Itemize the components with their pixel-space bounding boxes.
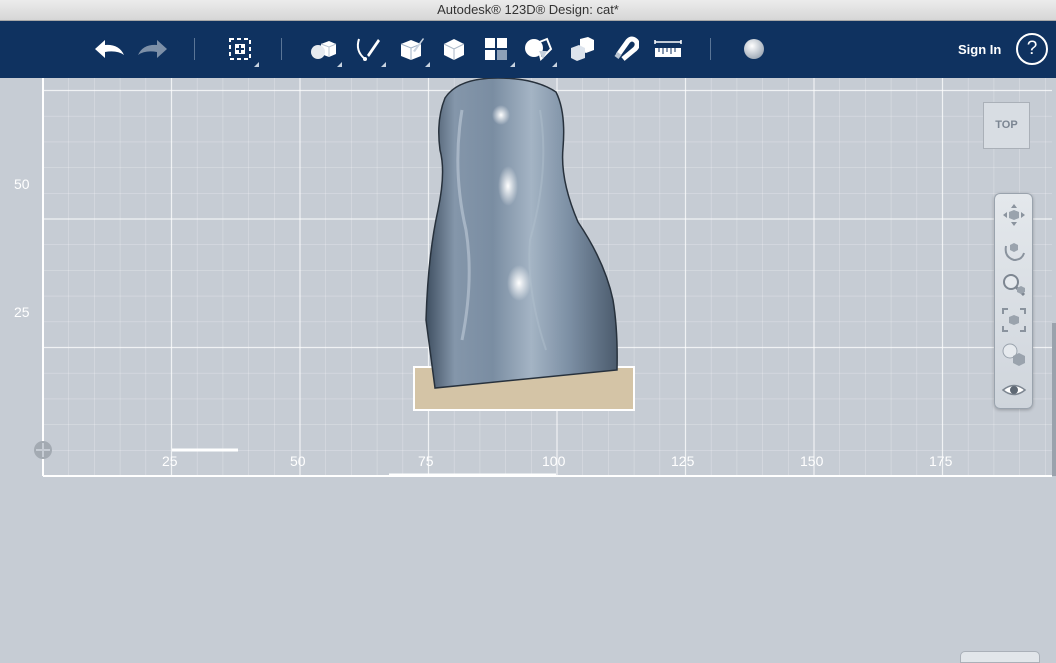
toolbar-separator <box>710 38 711 60</box>
dropdown-indicator <box>510 62 515 67</box>
x-axis-label: 50 <box>290 453 306 469</box>
combine-icon <box>525 37 553 61</box>
construct-icon <box>400 38 424 60</box>
modify-button[interactable] <box>434 29 474 69</box>
vertical-scrollbar[interactable] <box>1052 323 1056 476</box>
transform-icon <box>229 38 251 60</box>
bottom-panel-tab[interactable] <box>960 651 1040 663</box>
modify-icon <box>443 39 465 60</box>
sketch-icon <box>356 38 380 61</box>
material-sphere-icon <box>744 39 764 59</box>
orbit-button[interactable] <box>999 235 1029 265</box>
fit-button[interactable] <box>999 305 1029 335</box>
x-axis-label: 75 <box>418 453 434 469</box>
visibility-button[interactable] <box>999 375 1029 405</box>
x-axis-label: 125 <box>671 453 695 469</box>
primitives-icon <box>311 41 337 59</box>
undo-icon <box>95 40 124 58</box>
orbit-icon <box>1004 243 1025 262</box>
main-toolbar: Sign In ? <box>0 21 1056 78</box>
x-axis-label: 25 <box>162 453 178 469</box>
zoom-icon <box>1003 274 1026 297</box>
grouping-icon <box>571 37 594 61</box>
material-button[interactable] <box>734 29 774 69</box>
redo-button[interactable] <box>133 29 173 69</box>
toolbar-separator <box>281 38 282 60</box>
fit-icon <box>1002 308 1026 332</box>
toolbar-separator <box>194 38 195 60</box>
origin-marker <box>34 441 52 459</box>
viewport-canvas[interactable]: 50 25 25 50 75 100 125 150 175 <box>0 78 1056 659</box>
window-title-bar: Autodesk® 123D® Design: cat* <box>0 0 1056 21</box>
sign-in-link[interactable]: Sign In <box>958 42 1001 57</box>
y-axis-label: 50 <box>14 176 30 192</box>
construct-button[interactable] <box>391 29 431 69</box>
combine-button[interactable] <box>518 29 558 69</box>
help-button[interactable]: ? <box>1016 33 1048 65</box>
x-axis-label: 150 <box>800 453 824 469</box>
undo-button[interactable] <box>89 29 129 69</box>
ruler-icon <box>654 40 682 57</box>
dropdown-indicator <box>552 62 557 67</box>
dropdown-indicator <box>337 62 342 67</box>
zoom-button[interactable] <box>999 270 1029 300</box>
y-axis-label: 25 <box>14 304 30 320</box>
view-style-button[interactable] <box>999 340 1029 370</box>
snap-button[interactable] <box>605 29 645 69</box>
measure-button[interactable] <box>648 29 688 69</box>
pan-button[interactable] <box>999 200 1029 230</box>
dropdown-indicator <box>381 62 386 67</box>
x-axis-label: 175 <box>929 453 953 469</box>
dropdown-indicator <box>425 62 430 67</box>
pattern-button[interactable] <box>476 29 516 69</box>
window-title: Autodesk® 123D® Design: cat* <box>437 2 619 17</box>
x-axis-label: 100 <box>542 453 566 469</box>
pattern-icon <box>485 38 507 60</box>
magnet-icon <box>614 36 639 61</box>
sketch-button[interactable] <box>347 29 387 69</box>
pan-icon <box>1003 204 1025 226</box>
grouping-button[interactable] <box>562 29 602 69</box>
view-style-icon <box>1002 343 1025 366</box>
redo-icon <box>138 40 167 58</box>
cat-body-model[interactable] <box>425 78 618 389</box>
transform-button[interactable] <box>220 29 260 69</box>
primitives-button[interactable] <box>303 29 343 69</box>
visibility-eye-icon <box>1001 384 1027 396</box>
navigation-bar <box>994 193 1033 409</box>
dropdown-indicator <box>254 62 259 67</box>
view-cube-top[interactable]: TOP <box>983 102 1030 149</box>
